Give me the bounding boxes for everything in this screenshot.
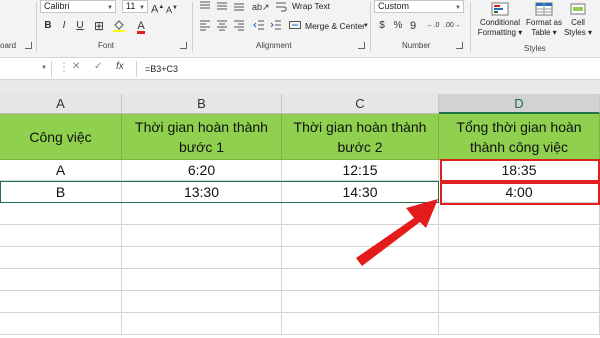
red-arrow-icon (356, 199, 438, 266)
